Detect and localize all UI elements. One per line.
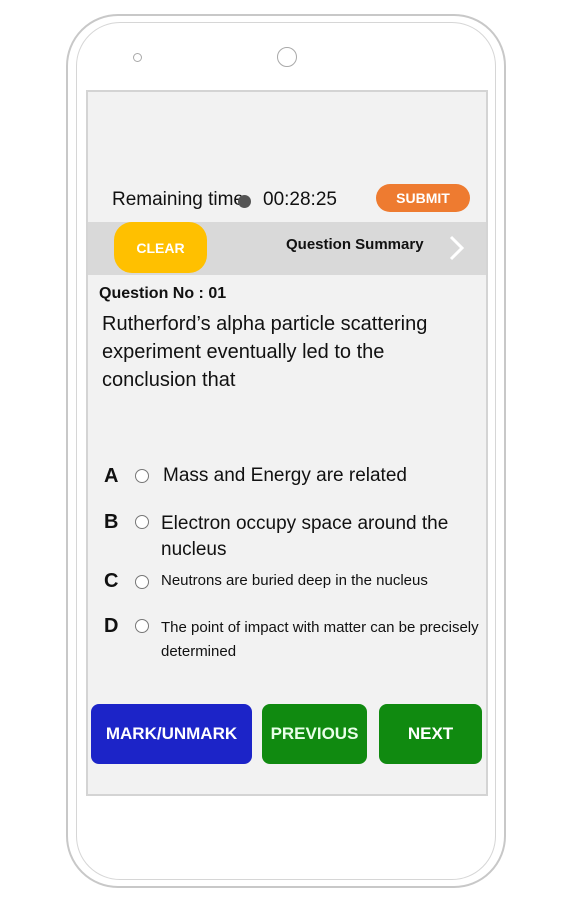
mark-unmark-button[interactable]: MARK/UNMARK	[91, 704, 252, 764]
option-d-letter: D	[104, 615, 119, 637]
time-value: 00:28:25	[263, 189, 337, 210]
option-c-letter: C	[104, 570, 119, 592]
chevron-right-icon[interactable]	[446, 234, 468, 262]
previous-button[interactable]: PREVIOUS	[262, 704, 367, 764]
option-a-radio[interactable]	[135, 469, 149, 483]
option-a-text[interactable]: Mass and Energy are related	[163, 465, 407, 487]
camera-icon	[277, 47, 297, 67]
option-a-letter: A	[104, 465, 119, 487]
sensor-dot	[133, 53, 142, 62]
submit-button[interactable]: SUBMIT	[376, 184, 470, 212]
option-b-radio[interactable]	[135, 515, 149, 529]
option-c-text[interactable]: Neutrons are buried deep in the nucleus	[161, 572, 428, 589]
timer-row: Remaining time 00:28:25	[112, 186, 337, 214]
question-summary-link[interactable]: Question Summary	[286, 236, 424, 253]
clear-button[interactable]: CLEAR	[114, 222, 207, 273]
clock-icon	[238, 194, 251, 208]
question-number: Question No : 01	[99, 285, 227, 302]
option-b-text[interactable]: Electron occupy space around the nucleus	[161, 511, 491, 563]
question-text: Rutherford’s alpha particle scattering e…	[102, 313, 428, 391]
option-b-letter: B	[104, 511, 119, 533]
option-d-radio[interactable]	[135, 619, 149, 633]
remaining-time-label: Remaining time	[112, 189, 244, 210]
option-c-radio[interactable]	[135, 575, 149, 589]
next-button[interactable]: NEXT	[379, 704, 482, 764]
option-d-text[interactable]: The point of impact with matter can be p…	[161, 616, 486, 664]
